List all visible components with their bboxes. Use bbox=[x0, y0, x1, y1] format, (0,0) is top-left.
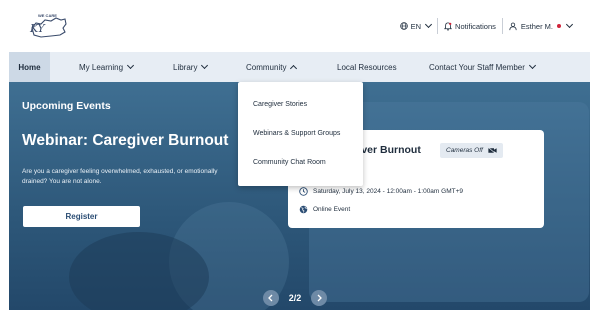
nav-local-resources[interactable]: Local Resources bbox=[337, 52, 397, 82]
chevron-up-icon bbox=[290, 64, 298, 72]
nav-community-label: Community bbox=[246, 62, 287, 72]
section-title: Upcoming Events bbox=[22, 100, 111, 112]
nav-home[interactable]: Home bbox=[9, 52, 50, 82]
chevron-down-icon bbox=[126, 61, 135, 70]
chevron-down-icon bbox=[565, 20, 574, 29]
cameras-off-badge: Cameras Off bbox=[440, 143, 503, 158]
top-header: WE CARE KY EN Notifications Esther M. bbox=[9, 4, 590, 48]
bell-icon bbox=[444, 21, 453, 31]
community-dropdown-menu: Caregiver Stories Webinars & Support Gro… bbox=[238, 82, 363, 186]
menu-item-webinars-support-groups[interactable]: Webinars & Support Groups bbox=[253, 130, 340, 137]
main-nav: Home My Learning Library Community Local… bbox=[9, 52, 590, 82]
event-description: Are you a caregiver feeling overwhelmed,… bbox=[22, 168, 218, 185]
chevron-down-icon bbox=[425, 20, 433, 29]
notifications-label: Notifications bbox=[455, 21, 496, 31]
chevron-down-icon bbox=[201, 61, 209, 70]
carousel-pager: 2/2 bbox=[235, 289, 355, 307]
status-dot bbox=[557, 24, 561, 28]
register-button[interactable]: Register bbox=[23, 206, 140, 227]
slide-counter: 2/2 bbox=[288, 293, 302, 303]
notifications-button[interactable]: Notifications bbox=[438, 22, 502, 31]
menu-item-caregiver-stories[interactable]: Caregiver Stories bbox=[253, 101, 307, 108]
user-name: Esther M. bbox=[520, 21, 553, 31]
language-label: EN bbox=[410, 21, 422, 31]
chevron-right-icon bbox=[317, 294, 322, 302]
nav-community[interactable]: Community bbox=[246, 52, 298, 82]
header-actions: EN Notifications Esther M. bbox=[394, 17, 576, 35]
globe-icon bbox=[299, 205, 308, 214]
menu-item-community-chat-room[interactable]: Community Chat Room bbox=[253, 159, 326, 166]
nav-local-resources-label: Local Resources bbox=[337, 62, 397, 72]
app-frame: WE CARE KY EN Notifications Esther M. Ho… bbox=[9, 4, 590, 310]
camera-off-icon bbox=[487, 147, 497, 154]
nav-contact-staff-label: Contact Your Staff Member bbox=[429, 62, 525, 72]
event-location: Online Event bbox=[313, 206, 351, 213]
nav-library[interactable]: Library bbox=[173, 52, 209, 82]
chevron-down-icon bbox=[528, 61, 536, 70]
previous-slide-button[interactable] bbox=[262, 290, 279, 306]
nav-library-label: Library bbox=[173, 62, 198, 72]
clock-icon bbox=[299, 187, 308, 196]
user-icon bbox=[509, 22, 517, 30]
logo-wordmark: KY bbox=[30, 22, 45, 35]
chevron-left-icon bbox=[268, 294, 273, 302]
globe-icon bbox=[399, 22, 408, 30]
nav-my-learning[interactable]: My Learning bbox=[79, 52, 135, 82]
nav-my-learning-label: My Learning bbox=[79, 62, 124, 72]
event-date-row: Saturday, July 13, 2024 - 12:00am - 1:00… bbox=[299, 187, 463, 196]
nav-home-label: Home bbox=[18, 62, 41, 72]
nav-contact-staff[interactable]: Contact Your Staff Member bbox=[429, 52, 536, 82]
event-title: Webinar: Caregiver Burnout bbox=[22, 132, 229, 149]
event-date: Saturday, July 13, 2024 - 12:00am - 1:00… bbox=[313, 188, 463, 195]
event-location-row: Online Event bbox=[299, 205, 350, 214]
language-selector[interactable]: EN bbox=[394, 20, 437, 31]
cameras-off-label: Cameras Off bbox=[446, 147, 483, 154]
next-slide-button[interactable] bbox=[311, 290, 328, 306]
logo-tagline: WE CARE bbox=[38, 13, 57, 18]
user-menu[interactable]: Esther M. bbox=[503, 20, 576, 31]
